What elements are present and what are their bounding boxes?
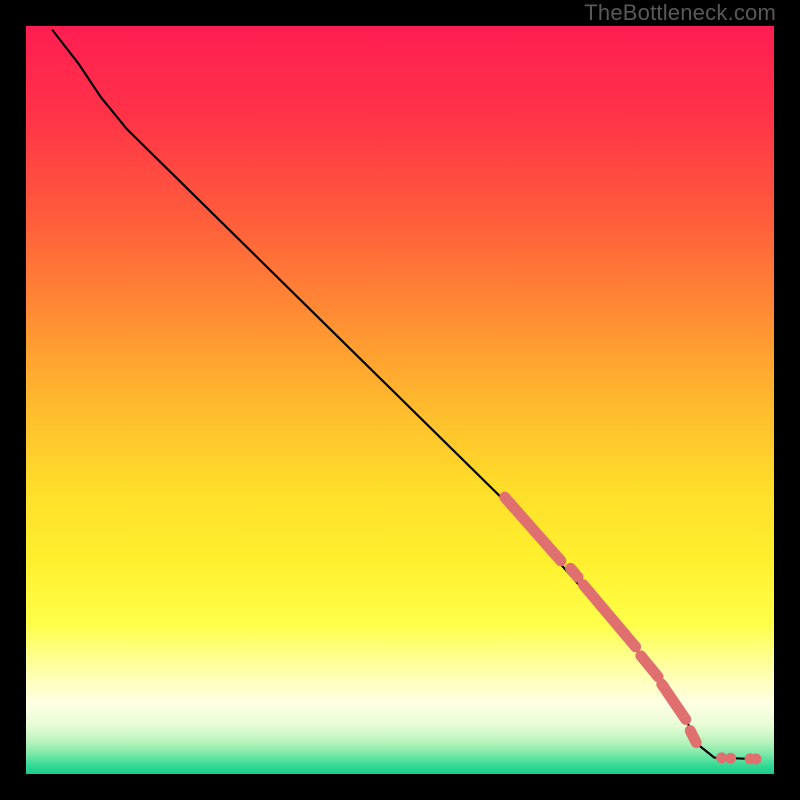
marker-segment	[571, 568, 578, 577]
marker-segment	[690, 731, 696, 743]
gradient-background	[26, 26, 774, 774]
marker-point	[751, 754, 762, 765]
bottleneck-chart	[26, 26, 774, 774]
watermark-label: TheBottleneck.com	[584, 0, 776, 26]
chart-frame: TheBottleneck.com	[0, 0, 800, 800]
marker-point	[725, 753, 736, 764]
